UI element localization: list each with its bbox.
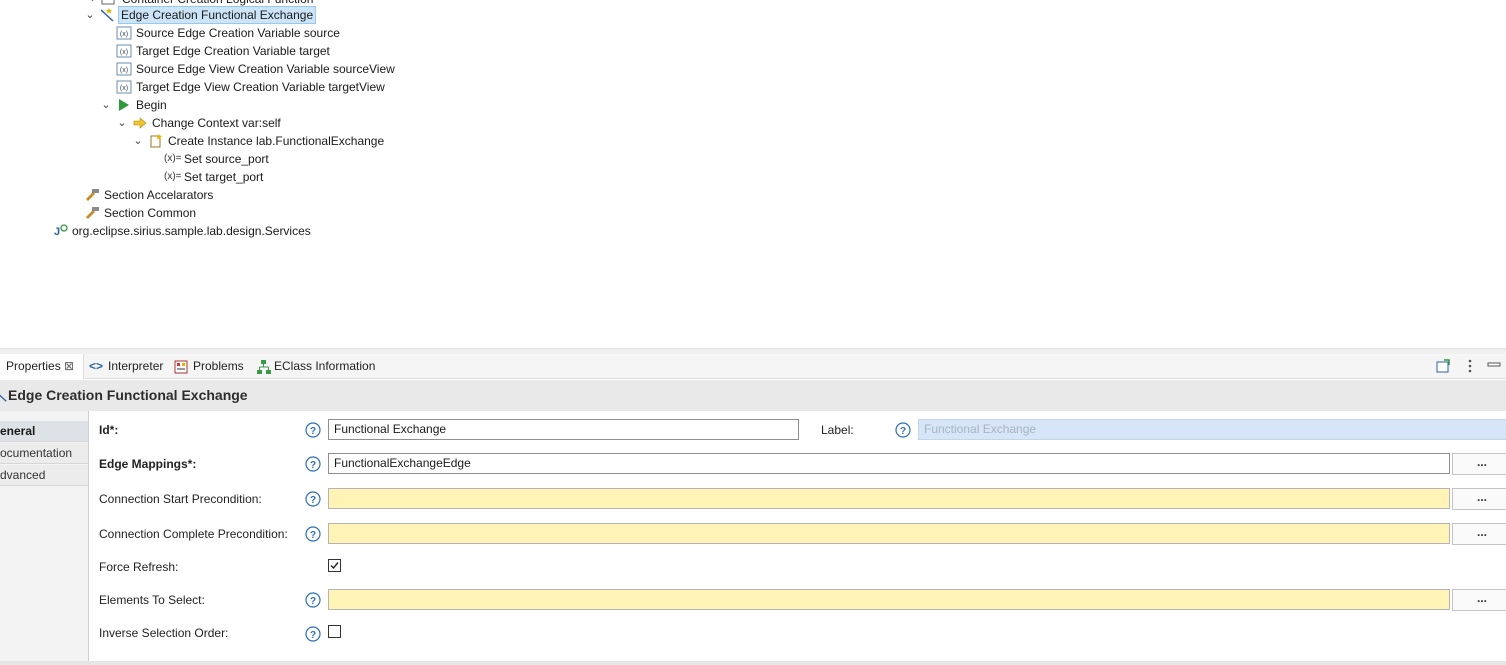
start-precondition-input[interactable] — [328, 488, 1450, 509]
help-icon[interactable]: ? — [305, 456, 321, 472]
tab-problems[interactable]: Problems — [173, 354, 253, 379]
elements-to-select-input[interactable] — [328, 589, 1450, 610]
elements-to-select-browse-button[interactable]: ... — [1452, 589, 1506, 611]
tree-item-label: Section Common — [104, 206, 197, 220]
properties-title: Edge Creation Functional Exchange — [8, 387, 248, 403]
svg-text:?: ? — [900, 426, 906, 437]
view-menu-icon[interactable] — [1462, 358, 1478, 374]
set-value-icon: (x)= — [164, 171, 182, 182]
view-tab-bar: Properties ⊠ <> Interpreter Problems ECl… — [0, 354, 1506, 379]
svg-text:?: ? — [310, 530, 316, 541]
svg-text:?: ? — [310, 426, 316, 437]
properties-header: Edge Creation Functional Exchange — [0, 380, 1506, 411]
variable-icon: (x) — [116, 80, 132, 94]
tree-item-label: Section Accelarators — [104, 188, 214, 202]
variable-icon: (x) — [116, 44, 132, 58]
checkmark-icon — [330, 562, 339, 570]
properties-section-tabs: eneral ocumentation dvanced — [0, 411, 89, 661]
start-precondition-browse-button[interactable]: ... — [1452, 488, 1506, 510]
tree-item-label: Create Instance lab.FunctionalExchange — [168, 134, 385, 148]
eclass-hierarchy-icon — [257, 360, 271, 374]
chevron-down-icon[interactable]: ⌄ — [132, 132, 144, 150]
set-value-icon: (x)= — [164, 153, 182, 164]
model-tree: › Container Creation Logical Function ⌄ … — [0, 0, 1506, 348]
properties-form: Id*: ? Functional Exchange Label: ? Func… — [89, 411, 1506, 661]
tree-item-label: Source Edge View Creation Variable sourc… — [136, 62, 395, 76]
begin-play-icon — [119, 99, 129, 111]
tree-item-label: Target Edge View Creation Variable targe… — [136, 80, 385, 94]
change-context-icon — [133, 117, 147, 129]
tab-properties[interactable]: Properties ⊠ — [0, 354, 84, 379]
tree-item-label: org.eclipse.sirius.sample.lab.design.Ser… — [72, 224, 311, 238]
help-icon[interactable]: ? — [305, 626, 321, 642]
problems-icon — [174, 360, 188, 374]
edge-mappings-label: Edge Mappings*: — [99, 457, 197, 471]
section-tab-advanced[interactable]: dvanced — [0, 465, 88, 486]
tree-item-label: Edge Creation Functional Exchange — [118, 6, 317, 24]
id-input[interactable]: Functional Exchange — [328, 419, 799, 440]
variable-icon: (x) — [116, 26, 132, 40]
help-icon[interactable]: ? — [305, 592, 321, 608]
svg-text:?: ? — [310, 630, 316, 641]
tab-label: EClass Information — [274, 359, 376, 373]
tree-item-label: Set source_port — [184, 152, 269, 166]
help-icon[interactable]: ? — [305, 422, 321, 438]
edge-mappings-browse-button[interactable]: ... — [1452, 453, 1506, 475]
pin-view-icon[interactable] — [1435, 358, 1451, 374]
svg-text:?: ? — [310, 495, 316, 506]
label-label: Label: — [821, 423, 854, 437]
edge-creation-icon — [0, 394, 7, 402]
tree-item-label: Change Context var:self — [152, 116, 281, 130]
chevron-down-icon[interactable]: ⌄ — [116, 114, 128, 132]
svg-text:?: ? — [310, 596, 316, 607]
chevron-down-icon[interactable]: ⌄ — [100, 96, 112, 114]
tree-item-label: Set target_port — [184, 170, 264, 184]
tab-label: Properties — [6, 359, 61, 373]
chevron-down-icon[interactable]: ⌄ — [84, 6, 96, 24]
complete-precondition-label: Connection Complete Precondition: — [99, 527, 288, 541]
tab-label: Problems — [193, 359, 244, 373]
minimize-icon[interactable] — [1486, 358, 1502, 374]
help-icon[interactable]: ? — [895, 422, 911, 438]
svg-text:?: ? — [310, 460, 316, 471]
container-creation-icon — [101, 0, 115, 5]
section-tool-icon — [86, 189, 99, 201]
close-icon[interactable]: ⊠ — [64, 354, 74, 379]
section-tab-documentation[interactable]: ocumentation — [0, 443, 88, 464]
edge-mappings-input[interactable]: FunctionalExchangeEdge — [328, 453, 1450, 474]
java-extension-icon: J — [54, 224, 68, 238]
svg-text:(x): (x) — [120, 49, 128, 56]
svg-text:J: J — [54, 226, 60, 238]
code-brackets-icon: <> — [89, 359, 104, 373]
complete-precondition-browse-button[interactable]: ... — [1452, 523, 1506, 545]
bottom-border — [0, 661, 1506, 665]
help-icon[interactable]: ? — [305, 526, 321, 542]
complete-precondition-input[interactable] — [328, 523, 1450, 544]
variable-icon: (x) — [116, 62, 132, 76]
inverse-selection-checkbox[interactable] — [328, 625, 341, 638]
svg-text:(x): (x) — [120, 67, 128, 74]
svg-text:(x): (x) — [120, 31, 128, 38]
tab-eclass-information[interactable]: EClass Information — [256, 354, 386, 379]
force-refresh-label: Force Refresh: — [99, 560, 179, 574]
label-input[interactable]: Functional Exchange — [918, 419, 1506, 440]
tree-item-label: Source Edge Creation Variable source — [136, 26, 340, 40]
start-precondition-label: Connection Start Precondition: — [99, 492, 262, 506]
edge-creation-icon — [100, 8, 114, 22]
elements-to-select-label: Elements To Select: — [99, 593, 205, 607]
section-tab-general[interactable]: eneral — [0, 421, 88, 442]
tree-item-label: Target Edge Creation Variable target — [136, 44, 330, 58]
tab-interpreter[interactable]: <> Interpreter — [88, 354, 170, 379]
help-icon[interactable]: ? — [305, 491, 321, 507]
create-instance-icon — [150, 134, 162, 148]
svg-text:(x): (x) — [120, 85, 128, 92]
inverse-selection-label: Inverse Selection Order: — [99, 626, 229, 640]
tree-item-label: Begin — [136, 98, 167, 112]
section-tool-icon — [86, 207, 99, 219]
tab-label: Interpreter — [108, 359, 164, 373]
id-label: Id*: — [99, 423, 119, 437]
force-refresh-checkbox[interactable] — [328, 559, 341, 572]
